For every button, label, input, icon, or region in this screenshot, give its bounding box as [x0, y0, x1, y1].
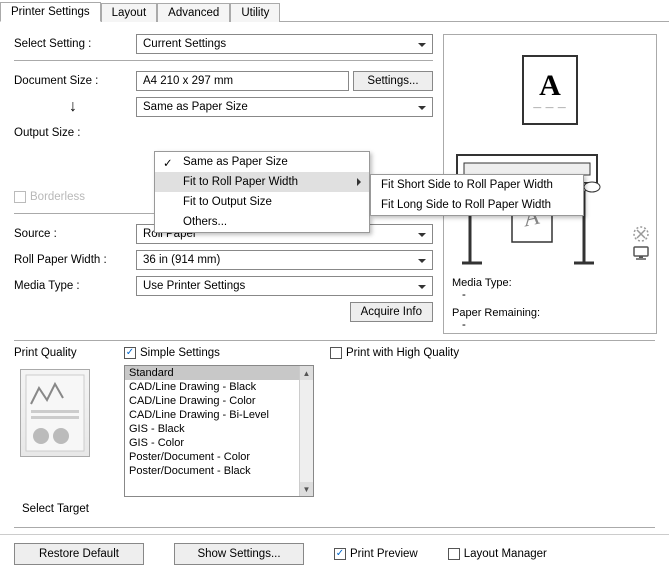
roll-width-value: 36 in (914 mm) — [143, 254, 220, 266]
simple-settings-label: Simple Settings — [140, 347, 220, 359]
target-thumbnail — [20, 369, 90, 457]
arrow-down-icon: ↓ — [14, 98, 132, 116]
scroll-down-icon[interactable]: ▼ — [300, 482, 313, 496]
target-list-item[interactable]: CAD/Line Drawing - Bi-Level — [125, 408, 313, 422]
roll-width-dropdown[interactable]: 36 in (914 mm) — [136, 250, 433, 270]
paper-remaining-label: Paper Remaining: — [444, 307, 656, 319]
document-size-settings-button[interactable]: Settings... — [353, 71, 433, 91]
borderless-checkbox-row: Borderless — [14, 191, 132, 203]
print-preview-check[interactable]: ✓ Print Preview — [334, 548, 418, 560]
simple-settings-check[interactable]: ✓ Simple Settings — [124, 347, 324, 359]
layout-manager-checkbox[interactable] — [448, 548, 460, 560]
layout-manager-check[interactable]: Layout Manager — [448, 548, 547, 560]
print-high-quality-check[interactable]: Print with High Quality — [330, 347, 655, 359]
target-list-item[interactable]: Standard — [125, 366, 313, 380]
simple-settings-checkbox[interactable]: ✓ — [124, 347, 136, 359]
output-size-value: Same as Paper Size — [143, 101, 248, 113]
tab-advanced[interactable]: Advanced — [157, 3, 230, 22]
select-target-listbox[interactable]: StandardCAD/Line Drawing - BlackCAD/Line… — [124, 365, 314, 497]
print-high-quality-label: Print with High Quality — [346, 347, 459, 359]
tab-printer-settings[interactable]: Printer Settings — [0, 2, 101, 22]
target-list-item[interactable]: GIS - Color — [125, 436, 313, 450]
paper-glyph: A — [539, 69, 561, 103]
print-preview-checkbox[interactable]: ✓ — [334, 548, 346, 560]
tab-layout[interactable]: Layout — [101, 3, 158, 22]
output-size-menu[interactable]: Same as Paper Size✓Fit to Roll Paper Wid… — [154, 151, 370, 233]
borderless-checkbox — [14, 191, 26, 203]
roll-width-label: Roll Paper Width : — [14, 254, 132, 266]
output-size-menu-item[interactable]: Fit to Roll Paper Width — [155, 172, 369, 192]
target-list-item[interactable]: CAD/Line Drawing - Color — [125, 394, 313, 408]
target-list-item[interactable]: Poster/Document - Black — [125, 464, 313, 478]
paper-preview-icon: A — — — — [522, 55, 578, 125]
print-high-quality-checkbox[interactable] — [330, 347, 342, 359]
paper-remaining-value: - — [444, 319, 656, 331]
media-type-label: Media Type : — [14, 280, 132, 292]
restore-default-button[interactable]: Restore Default — [14, 543, 144, 565]
select-setting-value: Current Settings — [143, 38, 226, 50]
tab-bar: Printer Settings Layout Advanced Utility — [0, 0, 669, 22]
select-setting-dropdown[interactable]: Current Settings — [136, 34, 433, 54]
listbox-scrollbar[interactable]: ▲ ▼ — [299, 366, 313, 496]
media-type-dropdown[interactable]: Use Printer Settings — [136, 276, 433, 296]
tab-utility[interactable]: Utility — [230, 3, 280, 22]
network-status-icon — [632, 225, 650, 260]
layout-manager-label: Layout Manager — [464, 548, 547, 560]
media-type-info-value: - — [444, 289, 656, 301]
select-target-label: Select Target — [22, 503, 118, 515]
media-type-info-label: Media Type: — [444, 277, 656, 289]
output-size-menu-item[interactable]: Others... — [155, 212, 369, 232]
media-type-value: Use Printer Settings — [143, 280, 245, 292]
output-size-dropdown[interactable]: Same as Paper Size — [136, 97, 433, 117]
select-setting-label: Select Setting : — [14, 38, 132, 50]
fit-roll-submenu-item[interactable]: Fit Long Side to Roll Paper Width — [371, 195, 583, 215]
target-list-item[interactable]: CAD/Line Drawing - Black — [125, 380, 313, 394]
source-label: Source : — [14, 228, 132, 240]
paper-dots: — — — — [533, 103, 566, 112]
scroll-up-icon[interactable]: ▲ — [300, 366, 313, 380]
output-size-label: Output Size : — [14, 127, 132, 139]
target-list-item[interactable]: Poster/Document - Color — [125, 450, 313, 464]
document-size-label: Document Size : — [14, 75, 132, 87]
target-list-item[interactable]: GIS - Black — [125, 422, 313, 436]
borderless-label: Borderless — [30, 191, 85, 203]
output-size-menu-item[interactable]: Same as Paper Size✓ — [155, 152, 369, 172]
show-settings-button[interactable]: Show Settings... — [174, 543, 304, 565]
print-quality-label: Print Quality — [14, 347, 118, 359]
fit-roll-submenu[interactable]: Fit Short Side to Roll Paper WidthFit Lo… — [370, 174, 584, 216]
output-size-menu-item[interactable]: Fit to Output Size — [155, 192, 369, 212]
fit-roll-submenu-item[interactable]: Fit Short Side to Roll Paper Width — [371, 175, 583, 195]
document-size-value: A4 210 x 297 mm — [143, 75, 233, 87]
document-size-field: A4 210 x 297 mm — [136, 71, 349, 91]
print-preview-label: Print Preview — [350, 548, 418, 560]
acquire-info-button[interactable]: Acquire Info — [350, 302, 433, 322]
